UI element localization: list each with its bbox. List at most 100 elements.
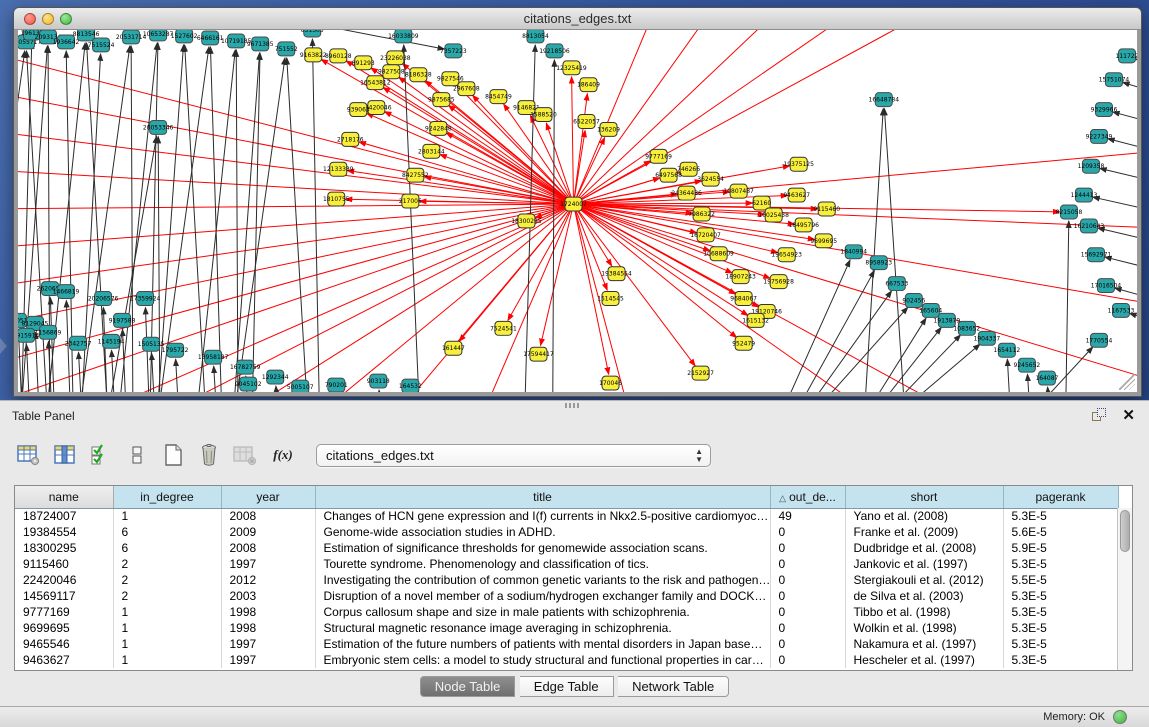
- window-titlebar[interactable]: citations_edges.txt: [14, 8, 1141, 30]
- cell-out_degree: 0: [770, 588, 845, 604]
- column-header-short[interactable]: short: [845, 486, 1003, 508]
- new-column-icon[interactable]: [158, 440, 188, 470]
- graph-node-label: 8960128: [325, 53, 352, 60]
- graph-node-label: 20053346: [143, 124, 174, 131]
- select-columns-icon[interactable]: [86, 440, 116, 470]
- graph-node-label: 9329966: [1091, 107, 1118, 114]
- cell-year: 2012: [221, 572, 315, 588]
- graph-node-label: 24364436: [671, 190, 702, 197]
- hidden-panel-handle[interactable]: [0, 338, 7, 354]
- table-selector-dropdown[interactable]: citations_edges.txt ▲▼: [316, 444, 711, 467]
- graph-node-label: 2718176: [337, 136, 364, 143]
- cell-pagerank: 5.3E-5: [1003, 620, 1118, 636]
- graph-node-label: 10807487: [723, 188, 754, 195]
- graph-node-label: 62160: [752, 200, 771, 207]
- table-row[interactable]: 977716911998Corpus callosum shape and si…: [15, 604, 1118, 620]
- cell-short: Tibbo et al. (1998): [845, 604, 1003, 620]
- graph-node-label: 902456: [902, 298, 925, 305]
- cell-pagerank: 5.3E-5: [1003, 556, 1118, 572]
- cell-title: Structural magnetic resonance image aver…: [315, 620, 770, 636]
- graph-node-label: 111722: [1116, 53, 1137, 60]
- network-canvas-svg[interactable]: 1405571719613320931341936642881354675155…: [18, 30, 1137, 392]
- table-row[interactable]: 1938455462009Genome-wide association stu…: [15, 524, 1118, 540]
- show-column-icon[interactable]: [50, 440, 80, 470]
- cell-year: 1997: [221, 556, 315, 572]
- graph-node-label: 16543812: [360, 80, 391, 87]
- graph-node-label: 1527602: [171, 33, 198, 40]
- cell-title: Investigating the contribution of common…: [315, 572, 770, 588]
- close-panel-icon[interactable]: ✕: [1122, 406, 1135, 424]
- column-header-title[interactable]: title: [315, 486, 770, 508]
- cell-short: Wolkin et al. (1998): [845, 620, 1003, 636]
- graph-node-label: 939063: [347, 107, 370, 114]
- graph-node-label: 18300295: [511, 218, 542, 225]
- graph-node-label: 1615132: [742, 317, 769, 324]
- graph-node-label: 10688609: [703, 251, 734, 258]
- graph-node-label: 161447: [442, 345, 465, 352]
- graph-node-label: 6497568: [655, 172, 682, 179]
- delete-table-icon[interactable]: [230, 440, 260, 470]
- table-row[interactable]: 946362711997Embryonic stem cells: a mode…: [15, 652, 1118, 668]
- column-header-year[interactable]: year: [221, 486, 315, 508]
- tab-node-table[interactable]: Node Table: [420, 676, 516, 697]
- cell-year: 1997: [221, 636, 315, 652]
- table-settings-icon[interactable]: [14, 440, 44, 470]
- cell-name: 18300295: [15, 540, 113, 556]
- cell-short: Dudbridge et al. (2008): [845, 540, 1003, 556]
- graph-node-label: 20206576: [88, 296, 119, 303]
- cell-pagerank: 5.3E-5: [1003, 508, 1118, 524]
- table-row[interactable]: 1830029562008Estimation of significance …: [15, 540, 1118, 556]
- delete-column-icon[interactable]: [194, 440, 224, 470]
- window-resize-grip[interactable]: [1119, 374, 1135, 390]
- graph-node-label: 9045102: [235, 381, 262, 388]
- tab-network-table[interactable]: Network Table: [618, 676, 729, 697]
- graph-node-label: 217006: [399, 198, 422, 205]
- scrollbar-thumb[interactable]: [1120, 510, 1130, 552]
- cell-name: 9115460: [15, 556, 113, 572]
- graph-node-label: 1810755: [323, 196, 350, 203]
- cell-year: 2009: [221, 524, 315, 540]
- tab-edge-table[interactable]: Edge Table: [520, 676, 614, 697]
- graph-node-label: 10025438: [758, 212, 789, 219]
- column-header-in_degree[interactable]: in_degree: [113, 486, 221, 508]
- cell-out_degree: 0: [770, 540, 845, 556]
- cell-out_degree: 49: [770, 508, 845, 524]
- table-row[interactable]: 911546021997Tourette syndrome. Phenomeno…: [15, 556, 1118, 572]
- column-header-out_degree[interactable]: △out_de...: [770, 486, 845, 508]
- row-height-icon[interactable]: [122, 440, 152, 470]
- table-row[interactable]: 1456911722003Disruption of a novel membe…: [15, 588, 1118, 604]
- graph-node-label: 8215058: [1056, 209, 1083, 216]
- graph-node-label: 1514545: [597, 296, 624, 303]
- table-row[interactable]: 2242004622012Investigating the contribut…: [15, 572, 1118, 588]
- column-header-name[interactable]: name: [15, 486, 113, 508]
- graph-node-label: 9463627: [783, 192, 810, 199]
- table-row[interactable]: 946554611997Estimation of the future num…: [15, 636, 1118, 652]
- float-panel-icon[interactable]: [1092, 408, 1107, 423]
- graph-node-label: 891293: [352, 60, 375, 67]
- cell-short: de Silva et al. (2003): [845, 588, 1003, 604]
- cell-title: Estimation of the future numbers of pati…: [315, 636, 770, 652]
- graph-node-label: 1936642: [53, 39, 80, 46]
- graph-node-label: 19218506: [539, 48, 570, 55]
- table-row[interactable]: 1872400712008Changes of HCN gene express…: [15, 508, 1118, 524]
- graph-node-label: 9827508: [378, 69, 405, 76]
- graph-node-label: 1145194: [98, 338, 125, 345]
- table-panel-header: Table Panel ✕: [0, 401, 1149, 429]
- memory-indicator-icon[interactable]: [1113, 710, 1127, 724]
- cell-out_degree: 0: [770, 572, 845, 588]
- graph-node-label: 7357223: [440, 48, 467, 55]
- cell-in_degree: 1: [113, 636, 221, 652]
- graph-node-label: 9227349: [1086, 133, 1113, 140]
- cell-pagerank: 5.5E-5: [1003, 572, 1118, 588]
- network-canvas[interactable]: 1405571719613320931341936642881354675155…: [18, 30, 1137, 392]
- vertical-scrollbar[interactable]: [1117, 508, 1132, 670]
- function-builder-icon[interactable]: f(x): [266, 440, 300, 470]
- column-header-pagerank[interactable]: pagerank: [1003, 486, 1118, 508]
- graph-node-label: 952479: [732, 340, 755, 347]
- cell-in_degree: 6: [113, 524, 221, 540]
- cell-name: 9463627: [15, 652, 113, 668]
- window-title: citations_edges.txt: [14, 11, 1141, 26]
- graph-node-label: 1588520: [530, 112, 557, 119]
- table-row[interactable]: 969969511998Structural magnetic resonanc…: [15, 620, 1118, 636]
- cell-title: Estimation of significance thresholds fo…: [315, 540, 770, 556]
